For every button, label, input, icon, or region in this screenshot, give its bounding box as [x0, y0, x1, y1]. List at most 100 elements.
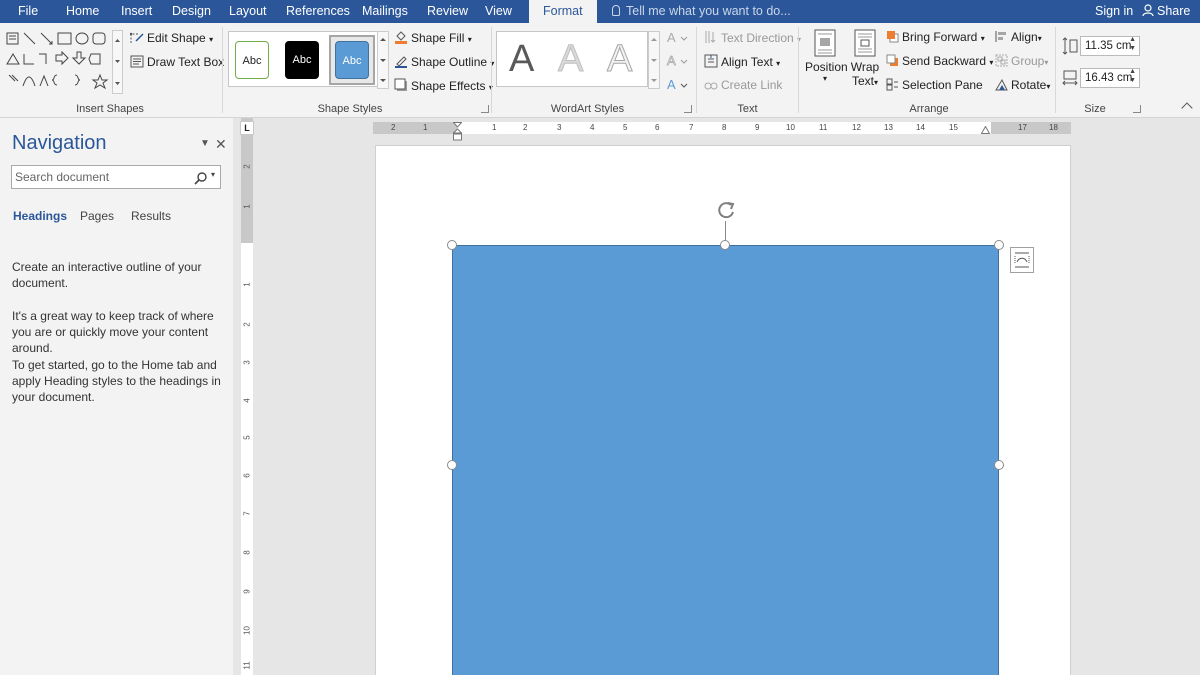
tab-selector[interactable]: L: [240, 121, 254, 135]
position-button[interactable]: Position ▾: [805, 29, 848, 83]
size-group-label: Size: [1084, 103, 1106, 115]
search-icon[interactable]: [194, 171, 208, 185]
group-button[interactable]: Group▾: [995, 54, 1048, 68]
wrap-text-button[interactable]: Wrap Text▾: [850, 29, 880, 88]
dropdown-arrow-icon: ▾: [1046, 82, 1051, 91]
shape-outline-button[interactable]: Shape Outline ▾: [394, 54, 494, 69]
resize-handle[interactable]: [994, 240, 1004, 250]
edit-shape-icon: [130, 32, 144, 43]
wrap-text-label-2: Text: [851, 74, 874, 88]
pane-options-icon[interactable]: ▼: [200, 138, 210, 149]
collapse-ribbon-icon[interactable]: [1181, 102, 1193, 114]
group-icon: [995, 54, 1008, 67]
pen-icon: [395, 56, 407, 68]
align-button[interactable]: Align▾: [995, 30, 1042, 44]
align-text-button[interactable]: Align Text ▾: [704, 54, 780, 69]
svg-text:A: A: [667, 77, 676, 92]
rotate-handle-icon[interactable]: [715, 200, 737, 222]
wordart-style[interactable]: A: [509, 38, 534, 80]
text-direction-icon: [705, 31, 716, 43]
size-launcher-icon[interactable]: [1133, 105, 1141, 113]
tab-view[interactable]: View: [485, 0, 512, 23]
tab-results[interactable]: Results: [131, 209, 171, 223]
tab-references[interactable]: References: [286, 0, 350, 23]
tab-layout[interactable]: Layout: [229, 0, 267, 23]
ruler-number: 11: [819, 123, 828, 132]
navigation-pane: Navigation ▼ ✕ ▾ Headings Pages Results …: [0, 118, 233, 675]
tell-me-box[interactable]: Tell me what you want to do...: [612, 0, 791, 23]
group-label: Group: [1011, 54, 1045, 68]
search-input[interactable]: [12, 166, 182, 188]
shape-fill-button[interactable]: Shape Fill ▾: [394, 30, 472, 45]
ruler-number: 9: [242, 589, 252, 594]
share-label: Share: [1157, 4, 1191, 18]
shape-height-icon: [1062, 37, 1078, 55]
shape-styles-launcher-icon[interactable]: [481, 105, 489, 113]
indent-marker-icon[interactable]: [453, 122, 462, 142]
shape-style-swatch[interactable]: Abc: [285, 41, 319, 79]
arrange-group-label: Arrange: [909, 103, 949, 115]
dropdown-arrow-icon: ▾: [776, 59, 781, 68]
create-link-button[interactable]: Create Link: [704, 78, 782, 92]
resize-handle[interactable]: [447, 460, 457, 470]
right-indent-marker-icon[interactable]: [981, 126, 990, 134]
resize-handle[interactable]: [720, 240, 730, 250]
tab-file[interactable]: File: [18, 0, 38, 23]
shape-height-field[interactable]: 11.35 cm ▲ ▼: [1080, 36, 1140, 56]
text-fill-outline-effects-icons[interactable]: A A A: [666, 29, 690, 95]
edit-shape-button[interactable]: Edit Shape ▾: [130, 31, 213, 45]
selection-pane-label: Selection Pane: [902, 78, 983, 92]
wordart-style[interactable]: A: [557, 38, 583, 81]
position-label: Position: [805, 60, 848, 74]
tab-headings[interactable]: Headings: [13, 209, 67, 223]
sign-in-link[interactable]: Sign in: [1095, 0, 1133, 23]
ruler-number: 11: [242, 661, 252, 670]
tab-format[interactable]: Format: [529, 0, 597, 23]
shape-style-swatch[interactable]: Abc: [235, 41, 269, 79]
search-options-dropdown-icon[interactable]: ▾: [211, 170, 215, 179]
horizontal-ruler[interactable]: 2 1 1 2 3 4 5 6 7 8 9 10 11 12 13 14 15 17 18: [373, 122, 1071, 141]
dropdown-arrow-icon: ▾: [209, 35, 214, 44]
selection-pane-button[interactable]: Selection Pane: [886, 78, 983, 92]
shape-styles-scroll[interactable]: [377, 31, 389, 89]
wordart-gallery-scroll[interactable]: [648, 31, 660, 89]
rotate-button[interactable]: Rotate▾: [995, 78, 1050, 92]
spin-arrows-icon[interactable]: ▲ ▼: [1129, 35, 1136, 53]
send-backward-button[interactable]: Send Backward ▾: [886, 54, 993, 68]
wordart-style[interactable]: A: [606, 38, 632, 81]
share-button[interactable]: Share: [1142, 0, 1190, 23]
align-text-label: Align Text: [721, 55, 773, 69]
nav-help-text: To get started, go to the Home tab and a…: [12, 358, 221, 404]
bring-forward-button[interactable]: Bring Forward ▾: [886, 30, 985, 44]
bring-forward-label: Bring Forward: [902, 30, 978, 44]
tab-pages[interactable]: Pages: [80, 209, 114, 223]
ruler-number: 14: [916, 123, 925, 132]
spin-arrows-icon[interactable]: ▲ ▼: [1129, 67, 1136, 85]
shapes-gallery-scroll[interactable]: [112, 30, 123, 94]
tab-review[interactable]: Review: [427, 0, 468, 23]
wordart-launcher-icon[interactable]: [684, 105, 692, 113]
tab-mailings[interactable]: Mailings: [362, 0, 408, 23]
tab-insert[interactable]: Insert: [121, 0, 152, 23]
ruler-number: 3: [242, 360, 252, 365]
ruler-left-margin: [373, 122, 457, 134]
selected-rectangle-shape[interactable]: [452, 245, 999, 675]
vertical-ruler[interactable]: L 2 1 1 2 3 4 5 6 7 8 9 10 11: [240, 118, 254, 675]
shapes-gallery[interactable]: [5, 30, 123, 94]
shape-width-field[interactable]: 16.43 cm ▲ ▼: [1080, 68, 1140, 88]
shape-effects-button[interactable]: Shape Effects ▾: [394, 78, 493, 93]
paint-bucket-icon: [395, 31, 407, 44]
layout-options-button[interactable]: [1010, 247, 1034, 273]
ruler-number: 17: [1018, 123, 1027, 132]
resize-handle[interactable]: [994, 460, 1004, 470]
shape-styles-gallery[interactable]: Abc Abc Abc: [228, 31, 378, 87]
wordart-gallery[interactable]: A A A: [496, 31, 648, 87]
shape-style-swatch[interactable]: Abc: [335, 41, 369, 79]
tab-design[interactable]: Design: [172, 0, 211, 23]
resize-handle[interactable]: [447, 240, 457, 250]
text-direction-button[interactable]: Text Direction ▾: [704, 30, 801, 45]
draw-text-box-button[interactable]: Draw Text Box: [130, 55, 224, 69]
close-icon[interactable]: ✕: [215, 136, 227, 153]
tab-home[interactable]: Home: [66, 0, 99, 23]
ruler-number: 8: [722, 123, 727, 132]
